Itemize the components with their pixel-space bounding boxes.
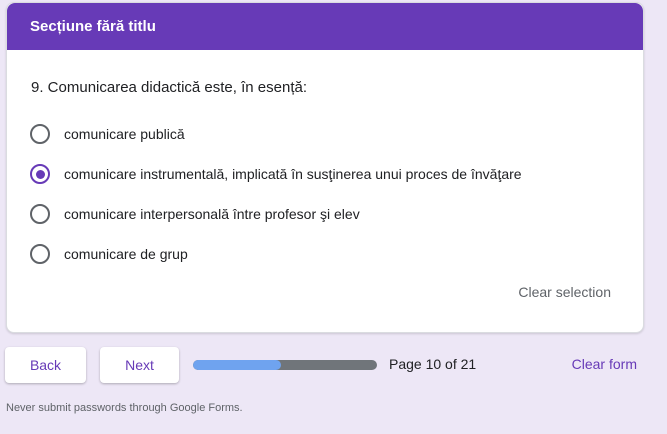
- progress-bar: [193, 360, 377, 370]
- option-3[interactable]: comunicare interpersonală între profesor…: [30, 202, 360, 226]
- option-2[interactable]: comunicare instrumentală, implicată în s…: [30, 162, 522, 186]
- clear-form-button[interactable]: Clear form: [572, 356, 637, 372]
- radio-button-icon[interactable]: [30, 244, 50, 264]
- radio-button-icon[interactable]: [30, 124, 50, 144]
- question-card: Secțiune fără titlu 9. Comunicarea didac…: [6, 2, 644, 333]
- option-4[interactable]: comunicare de grup: [30, 242, 188, 266]
- clear-selection-button[interactable]: Clear selection: [518, 284, 611, 300]
- option-label: comunicare de grup: [64, 246, 188, 262]
- option-label: comunicare interpersonală între profesor…: [64, 206, 360, 222]
- radio-button-icon[interactable]: [30, 204, 50, 224]
- option-label: comunicare instrumentală, implicată în s…: [64, 166, 522, 182]
- next-button[interactable]: Next: [100, 347, 179, 383]
- back-button[interactable]: Back: [5, 347, 86, 383]
- radio-button-icon[interactable]: [30, 164, 50, 184]
- option-1[interactable]: comunicare publică: [30, 122, 185, 146]
- progress-fill: [193, 360, 282, 370]
- page-indicator: Page 10 of 21: [389, 356, 477, 372]
- section-header: Secțiune fără titlu: [7, 3, 643, 50]
- question-text: 9. Comunicarea didactică este, în esență…: [31, 79, 307, 96]
- footer-note: Never submit passwords through Google Fo…: [6, 402, 243, 414]
- option-label: comunicare publică: [64, 126, 185, 142]
- section-title: Secțiune fără titlu: [30, 18, 156, 35]
